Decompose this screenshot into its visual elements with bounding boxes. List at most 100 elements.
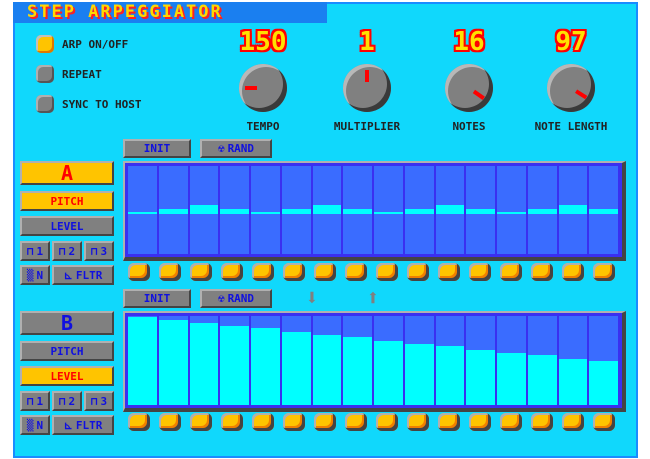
level-step[interactable] — [589, 316, 618, 405]
step-toggle-button[interactable] — [128, 263, 150, 281]
level-step[interactable] — [220, 316, 249, 405]
step-toggle-button[interactable] — [407, 263, 429, 281]
pitch-step[interactable] — [466, 166, 495, 254]
level-step[interactable] — [343, 316, 372, 405]
option-0[interactable]: ARP ON/OFF — [36, 35, 128, 53]
init-a-button[interactable]: INIT — [123, 139, 191, 158]
step-toggle-button[interactable] — [283, 263, 305, 281]
step-toggle-button[interactable] — [438, 263, 460, 281]
step-toggle-button[interactable] — [438, 413, 460, 431]
level-step[interactable] — [281, 316, 311, 405]
level-mode-button[interactable]: LEVEL — [20, 216, 114, 236]
level-step[interactable] — [527, 316, 557, 405]
step-toggle-button[interactable] — [190, 413, 212, 431]
level-step[interactable] — [158, 316, 188, 405]
step-toggle-button[interactable] — [314, 263, 336, 281]
step-toggle-button[interactable] — [345, 413, 367, 431]
step-toggle-button[interactable] — [500, 263, 522, 281]
pitch-step[interactable] — [374, 166, 403, 254]
step-toggle-button[interactable] — [469, 413, 491, 431]
step-toggle-button[interactable] — [376, 263, 398, 281]
level-step[interactable] — [497, 316, 526, 405]
wave-3-button[interactable]: ⊓ 3 — [84, 241, 114, 261]
knob-notes[interactable] — [445, 64, 493, 112]
pitch-step[interactable] — [404, 166, 434, 254]
level-step[interactable] — [404, 316, 434, 405]
noise-button[interactable]: ▒ N — [20, 415, 50, 435]
level-step-grid-b[interactable] — [123, 311, 626, 412]
wave-1-button[interactable]: ⊓ 1 — [20, 241, 50, 261]
pitch-mode-button[interactable]: PITCH — [20, 341, 114, 361]
option-2[interactable]: SYNC TO HOST — [36, 95, 141, 113]
shift-down-arrow-icon[interactable]: ⬇ — [301, 288, 323, 310]
step-toggle-button[interactable] — [469, 263, 491, 281]
pitch-mode-button[interactable]: PITCH — [20, 191, 114, 211]
knob-multiplier[interactable] — [343, 64, 391, 112]
level-mode-button[interactable]: LEVEL — [20, 366, 114, 386]
pitch-step[interactable] — [343, 166, 372, 254]
step-toggle-button[interactable] — [593, 263, 615, 281]
step-toggle-button[interactable] — [376, 413, 398, 431]
wave-1-button[interactable]: ⊓ 1 — [20, 391, 50, 411]
pitch-step[interactable] — [527, 166, 557, 254]
option-1[interactable]: REPEAT — [36, 65, 102, 83]
init-b-button[interactable]: INIT — [123, 289, 191, 308]
level-step[interactable] — [558, 316, 588, 405]
pitch-step[interactable] — [220, 166, 249, 254]
step-toggle-button[interactable] — [593, 413, 615, 431]
level-step[interactable] — [435, 316, 465, 405]
lane-b-select[interactable]: B — [20, 311, 114, 335]
wave-2-button[interactable]: ⊓ 2 — [52, 391, 82, 411]
pitch-step[interactable] — [251, 166, 280, 254]
rand-a-button[interactable]: ☢ RAND — [200, 139, 272, 158]
step-toggle-button[interactable] — [159, 263, 181, 281]
level-step[interactable] — [251, 316, 280, 405]
toggle-led[interactable] — [36, 35, 54, 53]
step-toggle-button[interactable] — [500, 413, 522, 431]
shift-up-arrow-icon[interactable]: ⬆ — [362, 288, 384, 310]
step-toggle-button[interactable] — [252, 413, 274, 431]
pitch-step[interactable] — [312, 166, 342, 254]
level-step[interactable] — [128, 316, 157, 405]
step-toggle-button[interactable] — [252, 263, 274, 281]
step-toggle-button[interactable] — [562, 263, 584, 281]
pitch-step[interactable] — [497, 166, 526, 254]
noise-button[interactable]: ▒ N — [20, 265, 50, 285]
pitch-step[interactable] — [189, 166, 219, 254]
level-step[interactable] — [374, 316, 403, 405]
level-step[interactable] — [466, 316, 495, 405]
step-toggle-button[interactable] — [221, 263, 243, 281]
filter-button[interactable]: ⊾ FLTR — [52, 415, 114, 435]
level-step[interactable] — [189, 316, 219, 405]
step-toggle-button[interactable] — [531, 263, 553, 281]
step-toggle-button[interactable] — [345, 263, 367, 281]
pitch-step[interactable] — [435, 166, 465, 254]
step-toggle-button[interactable] — [128, 413, 150, 431]
filter-button[interactable]: ⊾ FLTR — [52, 265, 114, 285]
level-step[interactable] — [312, 316, 342, 405]
pitch-step[interactable] — [558, 166, 588, 254]
pitch-bar — [435, 205, 465, 212]
step-toggle-button[interactable] — [159, 413, 181, 431]
lane-a-select[interactable]: A — [20, 161, 114, 185]
toggle-led[interactable] — [36, 65, 54, 83]
pitch-step-grid-a[interactable] — [123, 161, 626, 261]
pitch-step[interactable] — [589, 166, 618, 254]
pitch-step[interactable] — [128, 166, 157, 254]
pitch-bar — [281, 208, 311, 212]
knob-tempo[interactable] — [239, 64, 287, 112]
step-toggle-button[interactable] — [283, 413, 305, 431]
toggle-led[interactable] — [36, 95, 54, 113]
step-toggle-button[interactable] — [562, 413, 584, 431]
rand-b-button[interactable]: ☢ RAND — [200, 289, 272, 308]
pitch-step[interactable] — [158, 166, 188, 254]
step-toggle-button[interactable] — [407, 413, 429, 431]
step-toggle-button[interactable] — [531, 413, 553, 431]
knob-note-length[interactable] — [547, 64, 595, 112]
step-toggle-button[interactable] — [190, 263, 212, 281]
wave-3-button[interactable]: ⊓ 3 — [84, 391, 114, 411]
wave-2-button[interactable]: ⊓ 2 — [52, 241, 82, 261]
step-toggle-button[interactable] — [221, 413, 243, 431]
pitch-step[interactable] — [281, 166, 311, 254]
step-toggle-button[interactable] — [314, 413, 336, 431]
